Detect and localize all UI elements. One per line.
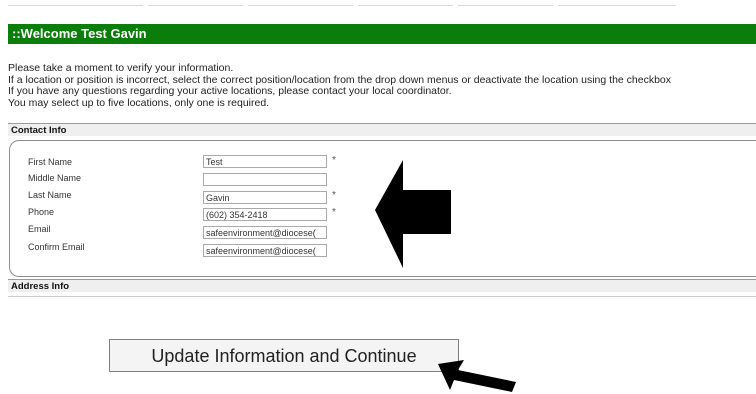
divider [8,296,756,297]
intro-line: You may select up to five locations, onl… [8,97,270,109]
left-arrow-icon [375,160,451,268]
middle-name-input[interactable] [203,173,327,186]
phone-label: Phone [28,207,55,217]
email-label: Email [28,224,51,234]
last-name-input[interactable]: Gavin [203,191,327,204]
pointer-arrow-icon [438,360,516,392]
required-marker: * [332,207,336,218]
contact-info-header: Contact Info [8,123,756,136]
first-name-label: First Name [28,157,73,167]
confirm-email-input[interactable]: safeenvironment@diocese( [203,244,327,257]
intro-line: Please take a moment to verify your info… [8,63,234,74]
address-info-header: Address Info [8,279,756,292]
welcome-banner: ::Welcome Test Gavin [8,24,756,44]
intro-line: If a location or position is incorrect, … [8,74,672,86]
intro-line: If you have any questions regarding your… [8,86,452,97]
phone-input[interactable]: (602) 354-2418 [203,208,327,221]
update-information-button[interactable]: Update Information and Continue [109,339,459,372]
last-name-label: Last Name [28,190,72,200]
email-input[interactable]: safeenvironment@diocese( [203,226,327,239]
first-name-input[interactable]: Test [203,155,327,168]
required-marker: * [332,155,336,166]
confirm-email-label: Confirm Email [28,242,85,252]
top-tab-strip [0,0,756,14]
middle-name-label: Middle Name [28,173,82,183]
required-marker: * [332,190,336,201]
intro-text: Please take a moment to verify your info… [8,63,756,109]
